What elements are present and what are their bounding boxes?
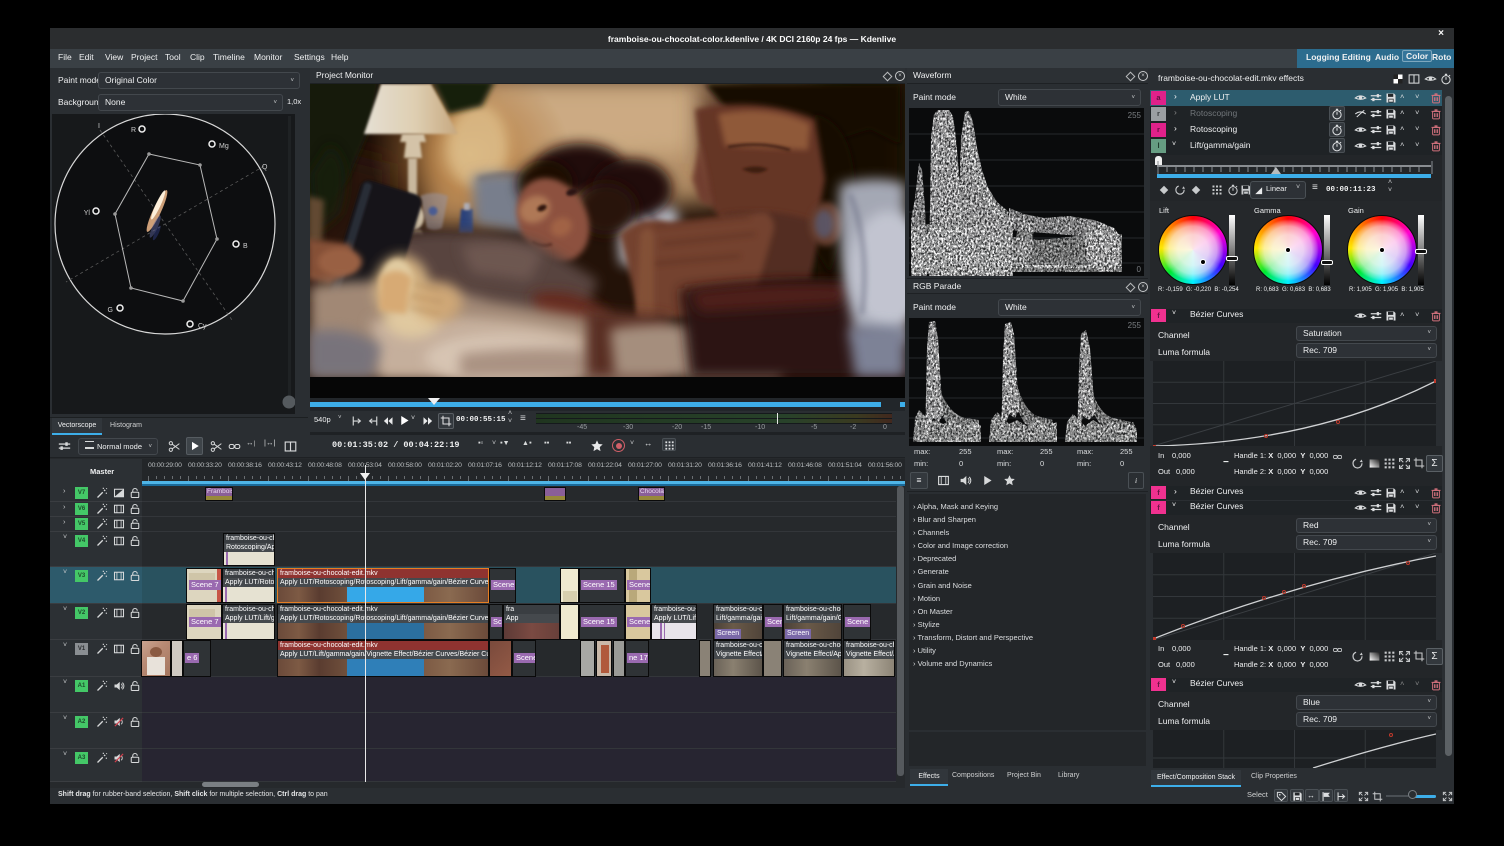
svg-text:R: R (131, 127, 136, 134)
svg-text:0: 0 (1137, 265, 1142, 274)
svg-text:255: 255 (1128, 111, 1142, 120)
svg-text:G: G (108, 307, 113, 314)
svg-text:B: B (243, 243, 248, 250)
svg-text:Mg: Mg (219, 143, 229, 150)
svg-text:255: 255 (1128, 321, 1142, 330)
svg-text:Yl: Yl (84, 210, 91, 217)
svg-text:Q: Q (262, 164, 268, 171)
svg-text:Cy: Cy (198, 323, 207, 330)
svg-text:I: I (98, 123, 100, 130)
